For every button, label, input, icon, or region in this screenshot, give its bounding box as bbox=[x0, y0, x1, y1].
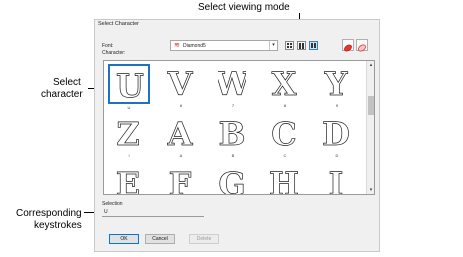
svg-text:U: U bbox=[116, 68, 144, 102]
character-glyph: V bbox=[166, 66, 194, 100]
character-cell-label: D bbox=[335, 153, 339, 158]
character-glyph: G bbox=[218, 166, 246, 195]
svg-text:E: E bbox=[116, 166, 140, 195]
character-cell[interactable]: DD bbox=[316, 114, 358, 158]
vertical-scrollbar[interactable]: ▴ ▾ bbox=[366, 61, 374, 194]
svg-text:B: B bbox=[218, 116, 245, 150]
font-dropdown[interactable]: ≋ Diamond5 ▾ bbox=[170, 40, 278, 51]
svg-text:A: A bbox=[167, 116, 194, 150]
character-glyph: I bbox=[328, 166, 344, 195]
scroll-down-icon[interactable]: ▾ bbox=[367, 186, 374, 194]
character-cell-label: B bbox=[231, 153, 235, 158]
lettering-outline-icon[interactable] bbox=[356, 39, 368, 52]
svg-text:F: F bbox=[169, 166, 192, 195]
font-dropdown-value: Diamond5 bbox=[183, 43, 206, 49]
svg-text:Z: Z bbox=[116, 116, 139, 150]
svg-text:W: W bbox=[218, 66, 246, 100]
character-cell-label: ! bbox=[128, 153, 130, 158]
character-cell[interactable]: Z! bbox=[108, 114, 150, 158]
selection-label: Selection bbox=[102, 201, 123, 207]
character-cell-label: 7 bbox=[231, 103, 235, 108]
character-glyph: B bbox=[218, 116, 246, 150]
character-glyph: Y bbox=[323, 66, 349, 100]
svg-text:D: D bbox=[322, 116, 350, 150]
character-cell-label: C bbox=[283, 153, 287, 158]
character-glyph: U bbox=[116, 68, 144, 102]
character-cell[interactable]: AA bbox=[160, 114, 202, 158]
character-cell-label: U bbox=[127, 105, 131, 110]
character-cell[interactable]: W7 bbox=[212, 64, 254, 108]
svg-text:I: I bbox=[329, 166, 344, 195]
character-cell[interactable]: V6 bbox=[160, 64, 202, 108]
character-glyph: X bbox=[271, 66, 297, 100]
delete-button[interactable]: Delete bbox=[189, 234, 219, 244]
character-cell[interactable]: Y9 bbox=[316, 64, 358, 108]
callout-keystrokes-line2: keystrokes bbox=[34, 220, 82, 231]
character-glyph: H bbox=[270, 166, 298, 195]
character-cell[interactable]: CC bbox=[264, 114, 306, 158]
medium-icons-view-icon[interactable] bbox=[297, 41, 306, 50]
small-icons-view-icon[interactable] bbox=[285, 41, 294, 50]
character-glyph: W bbox=[218, 66, 246, 100]
character-grid[interactable]: UUV6W7X8Y9Z!AABBCCDDEFGHI ▴ ▾ bbox=[103, 60, 375, 195]
svg-text:X: X bbox=[272, 66, 297, 100]
character-glyph: E bbox=[115, 166, 140, 195]
scrollbar-thumb[interactable] bbox=[368, 96, 374, 115]
character-cell[interactable]: H bbox=[264, 164, 306, 195]
character-glyph: D bbox=[322, 116, 350, 150]
svg-text:H: H bbox=[270, 166, 298, 195]
character-cell[interactable]: X8 bbox=[264, 64, 306, 108]
select-character-dialog: Select Character Font: Character: ≋ Diam… bbox=[94, 19, 380, 252]
svg-text:V: V bbox=[167, 66, 194, 100]
character-glyph: C bbox=[271, 116, 297, 150]
large-icons-view-icon[interactable] bbox=[309, 41, 318, 50]
scroll-up-icon[interactable]: ▴ bbox=[367, 61, 374, 69]
ok-button[interactable]: OK bbox=[109, 234, 139, 244]
svg-text:G: G bbox=[218, 166, 245, 195]
character-cell[interactable]: UU bbox=[108, 64, 150, 110]
character-glyph: A bbox=[166, 116, 194, 150]
character-cell[interactable]: I bbox=[316, 164, 358, 195]
character-cell-label: 9 bbox=[335, 103, 339, 108]
font-label: Font: bbox=[102, 43, 114, 49]
callout-select-character-line1: Select bbox=[53, 77, 81, 88]
character-cell[interactable]: E bbox=[108, 164, 150, 195]
character-cell[interactable]: G bbox=[212, 164, 254, 195]
character-cell-label: 6 bbox=[179, 103, 183, 108]
dialog-title: Select Character bbox=[98, 21, 139, 27]
callout-select-viewing-mode: Select viewing mode bbox=[198, 2, 290, 13]
character-glyph: F bbox=[168, 166, 192, 195]
selection-value: U bbox=[104, 209, 108, 215]
callout-select-character-line2: character bbox=[41, 89, 83, 100]
lettering-object-icon[interactable] bbox=[342, 39, 354, 52]
cancel-button[interactable]: Cancel bbox=[145, 234, 175, 244]
character-cell[interactable]: F bbox=[160, 164, 202, 195]
selection-keystrokes-field[interactable]: U bbox=[102, 208, 204, 217]
chevron-down-icon[interactable]: ▾ bbox=[269, 41, 277, 50]
character-glyph: Z bbox=[116, 116, 140, 150]
svg-text:Y: Y bbox=[324, 66, 349, 100]
svg-text:C: C bbox=[271, 116, 296, 150]
callout-keystrokes-line1: Corresponding bbox=[16, 208, 82, 219]
stitch-font-icon: ≋ bbox=[174, 42, 180, 49]
character-cell-label: 8 bbox=[283, 103, 287, 108]
character-cell-label: A bbox=[179, 153, 183, 158]
character-cell[interactable]: BB bbox=[212, 114, 254, 158]
character-label: Character: bbox=[102, 50, 126, 56]
